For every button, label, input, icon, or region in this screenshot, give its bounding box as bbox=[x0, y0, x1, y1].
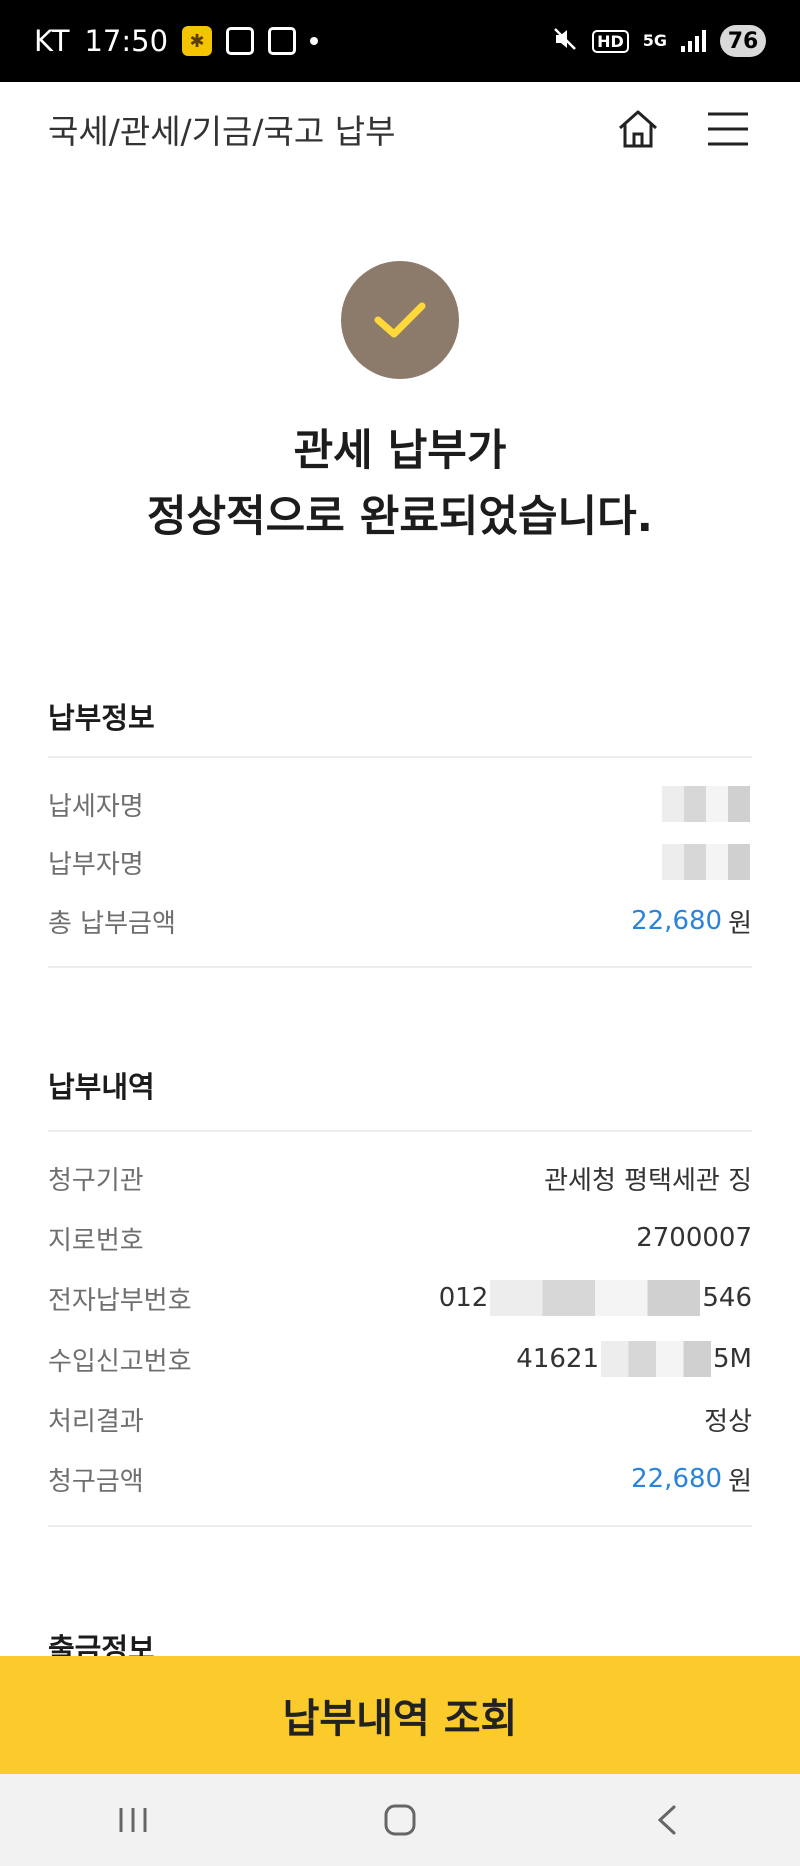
screenshot-icon bbox=[226, 27, 255, 55]
taxpayer-name-masked bbox=[660, 786, 752, 822]
value-prefix: 41621 bbox=[516, 1344, 600, 1374]
page-title: 국세/관세/기금/국고 납부 bbox=[48, 112, 396, 151]
masked-segment bbox=[601, 1341, 712, 1377]
import-declaration-number-row: 수입신고번호 41621 5M bbox=[48, 1339, 752, 1379]
status-bar: KT 17:50 ✱ HD 5G 76 bbox=[0, 0, 800, 82]
app-header: 국세/관세/기금/국고 납부 bbox=[0, 82, 800, 176]
dot-icon bbox=[310, 37, 319, 45]
billing-agency-value: 관세청 평택세관 징 bbox=[544, 1165, 752, 1196]
success-check-badge bbox=[341, 261, 459, 379]
system-navigation-bar bbox=[0, 1774, 800, 1866]
giro-number-row: 지로번호 2700007 bbox=[48, 1218, 752, 1258]
divider bbox=[48, 1525, 752, 1527]
billed-amount-value: 22,680 원 bbox=[631, 1461, 752, 1498]
total-amount-value: 22,680 원 bbox=[631, 903, 752, 940]
signal-icon bbox=[681, 30, 706, 52]
divider bbox=[48, 756, 752, 758]
billed-amount-row: 청구금액 22,680 원 bbox=[48, 1459, 752, 1499]
row-label: 청구기관 bbox=[48, 1165, 144, 1196]
network-5g-label: 5G bbox=[642, 31, 667, 50]
payment-info-title: 납부정보 bbox=[48, 701, 155, 735]
payer-name-masked bbox=[660, 844, 752, 880]
taxpayer-name-row: 납세자명 bbox=[48, 784, 752, 824]
row-label: 전자납부번호 bbox=[48, 1285, 192, 1316]
row-label: 납부자명 bbox=[48, 849, 144, 880]
row-label: 청구금액 bbox=[48, 1466, 144, 1497]
total-amount: 22,680 bbox=[631, 906, 723, 936]
clock: 17:50 bbox=[84, 24, 169, 58]
home-icon[interactable] bbox=[614, 105, 662, 153]
home-nav-icon[interactable] bbox=[370, 1790, 430, 1850]
row-label: 납세자명 bbox=[48, 791, 144, 822]
carrier-label: KT bbox=[34, 24, 71, 58]
check-icon bbox=[374, 302, 426, 338]
row-label: 수입신고번호 bbox=[48, 1346, 192, 1377]
value-prefix: 012 bbox=[438, 1283, 489, 1313]
masked-segment bbox=[490, 1280, 701, 1316]
electronic-payment-number-value: 012 546 bbox=[439, 1280, 752, 1316]
app-notification-icon: ✱ bbox=[182, 26, 213, 56]
headline-line-2: 정상적으로 완료되었습니다. bbox=[146, 492, 654, 542]
import-declaration-number-value: 41621 5M bbox=[516, 1341, 752, 1377]
row-label: 지로번호 bbox=[48, 1225, 144, 1256]
payer-name-row: 납부자명 bbox=[48, 842, 752, 882]
divider bbox=[48, 966, 752, 968]
total-amount-row: 총 납부금액 22,680 원 bbox=[48, 901, 752, 941]
back-icon[interactable] bbox=[637, 1790, 697, 1850]
electronic-payment-number-row: 전자납부번호 012 546 bbox=[48, 1278, 752, 1318]
processing-result-row: 처리결과 정상 bbox=[48, 1399, 752, 1439]
completion-message: 관세 납부가 정상적으로 완료되었습니다. bbox=[0, 418, 800, 550]
hamburger-menu-icon[interactable] bbox=[704, 105, 752, 153]
payment-details-title: 납부내역 bbox=[48, 1070, 155, 1104]
processing-result-value: 정상 bbox=[704, 1406, 752, 1437]
gallery-icon bbox=[268, 27, 297, 55]
billing-agency-row: 청구기관 관세청 평택세관 징 bbox=[48, 1158, 752, 1198]
recent-apps-icon[interactable] bbox=[103, 1790, 163, 1850]
currency-unit: 원 bbox=[728, 908, 752, 939]
billed-amount: 22,680 bbox=[631, 1464, 723, 1494]
headline-line-1: 관세 납부가 bbox=[293, 426, 507, 476]
value-suffix: 546 bbox=[702, 1283, 752, 1313]
row-label: 총 납부금액 bbox=[48, 908, 176, 939]
view-payment-history-button[interactable]: 납부내역 조회 bbox=[0, 1656, 800, 1774]
hd-badge: HD bbox=[592, 29, 629, 53]
row-label: 처리결과 bbox=[48, 1406, 144, 1437]
battery-indicator: 76 bbox=[720, 25, 766, 57]
mute-icon bbox=[552, 26, 578, 57]
giro-number-value: 2700007 bbox=[636, 1223, 752, 1253]
value-suffix: 5M bbox=[713, 1344, 752, 1374]
currency-unit: 원 bbox=[728, 1466, 752, 1497]
divider bbox=[48, 1130, 752, 1132]
